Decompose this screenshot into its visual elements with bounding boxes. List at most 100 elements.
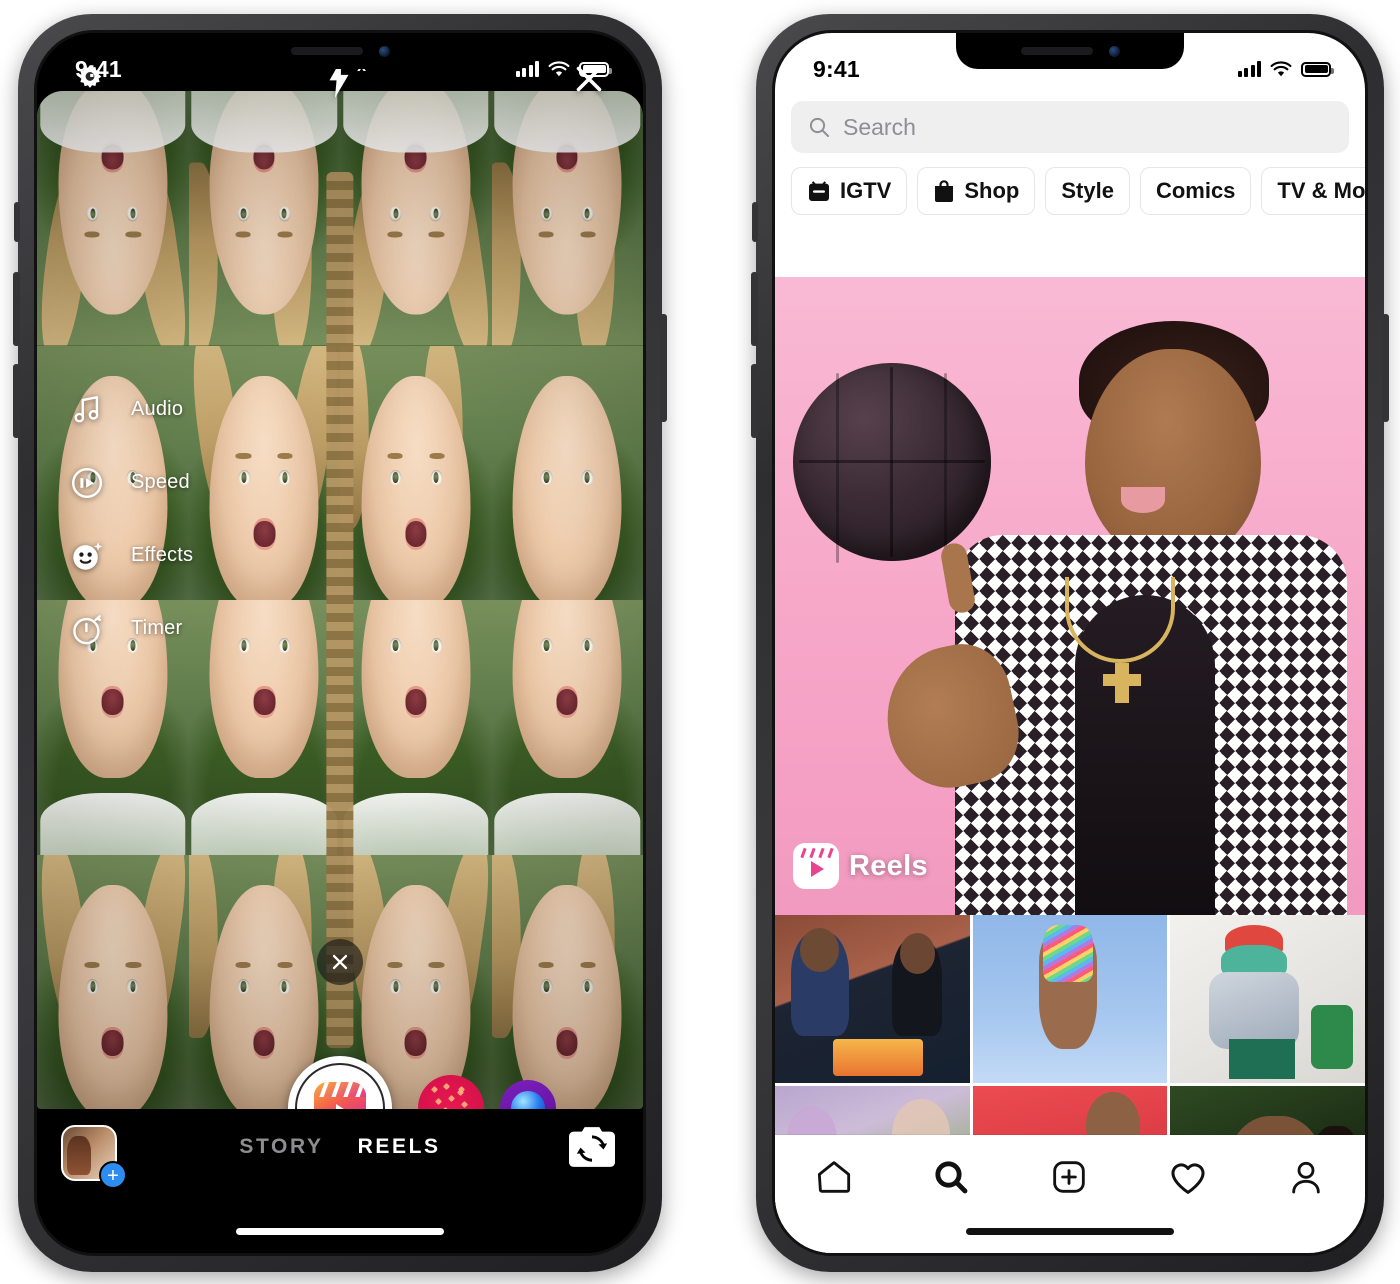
vf-tile (188, 600, 340, 855)
front-camera-icon (378, 45, 390, 57)
vf-tile (491, 600, 643, 855)
shopping-bag-icon (935, 180, 954, 202)
grid-cell[interactable] (775, 915, 970, 1083)
camera-tools-rail: Audio Speed Effects Timer (65, 373, 193, 665)
phone-notch-right (956, 33, 1184, 69)
grid-cell[interactable] (1170, 915, 1365, 1083)
chip-label: TV & Movie (1277, 178, 1365, 203)
gallery-add-badge[interactable]: + (99, 1161, 127, 1189)
tool-label: Audio (131, 398, 184, 420)
play-triangle (811, 861, 824, 877)
phone-notch-left (226, 33, 454, 69)
mode-story[interactable]: STORY (239, 1135, 323, 1159)
battery-full-icon (1301, 61, 1334, 77)
effect-close-button[interactable] (317, 939, 363, 985)
volume-up-button[interactable] (751, 272, 758, 346)
status-icons (1237, 60, 1334, 78)
reels-camera-screen: 9:41 Audio Speed Effects Timer + STORY R… (37, 33, 643, 1253)
tool-timer[interactable]: Timer (65, 592, 193, 665)
smiley-sparkle-icon (65, 534, 109, 578)
tab-create[interactable] (1049, 1157, 1089, 1197)
wifi-icon (1270, 60, 1292, 76)
status-time: 9:41 (813, 55, 860, 82)
reels-clapperboard-icon (793, 843, 839, 889)
silent-switch[interactable] (752, 202, 758, 242)
chip-label: Comics (1155, 178, 1236, 203)
music-note-icon (65, 388, 109, 432)
person-head (1085, 349, 1261, 561)
phone-right-screen: 9:41 Search IGTV Shop Style Comics TV & … (772, 30, 1368, 1256)
volume-down-button[interactable] (13, 364, 20, 438)
tool-effects[interactable]: Effects (65, 519, 193, 592)
tool-label: Speed (131, 471, 190, 493)
chip-tv-movie[interactable]: TV & Movie (1261, 167, 1365, 215)
power-button[interactable] (1382, 314, 1389, 422)
vf-tile (37, 91, 189, 346)
plus-square-icon (1053, 1161, 1085, 1193)
category-chips: IGTV Shop Style Comics TV & Mo (775, 153, 1365, 217)
signal-bars-icon (515, 61, 539, 77)
home-indicator[interactable] (966, 1228, 1174, 1235)
tab-profile[interactable] (1286, 1157, 1326, 1197)
vf-tile-center (188, 345, 340, 600)
chip-style[interactable]: Style (1045, 167, 1130, 215)
vf-tile (340, 600, 492, 855)
tab-search[interactable] (931, 1157, 971, 1197)
clapper-slats (314, 1082, 366, 1097)
tool-audio[interactable]: Audio (65, 373, 193, 446)
chip-comics[interactable]: Comics (1139, 167, 1252, 215)
bottom-tab-bar (775, 1135, 1365, 1253)
status-time: 9:41 (75, 55, 122, 82)
clapper-slats (800, 847, 834, 859)
vf-tile (340, 91, 492, 346)
cross-pendant (1103, 663, 1141, 703)
silent-switch[interactable] (14, 202, 20, 242)
phone-right-explore: 9:41 Search IGTV Shop Style Comics TV & … (751, 14, 1389, 1272)
person-icon (1292, 1161, 1320, 1194)
phone-left-reels-camera: 9:41 Audio Speed Effects Timer + STORY R… (13, 14, 667, 1272)
vf-tile (491, 345, 643, 600)
person-tongue (1121, 487, 1165, 513)
grid-cell[interactable] (972, 915, 1168, 1083)
camera-mode-tabs: STORY REELS (239, 1135, 440, 1159)
chip-igtv[interactable]: IGTV (791, 167, 908, 215)
wifi-icon (548, 60, 570, 76)
stopwatch-icon (65, 607, 109, 651)
gallery-photo-figure (67, 1136, 92, 1175)
search-input[interactable]: Search (791, 101, 1349, 153)
reels-badge-label: Reels (849, 849, 928, 882)
power-button[interactable] (660, 314, 667, 422)
earpiece-speaker (290, 47, 363, 55)
search-placeholder: Search (843, 113, 916, 140)
vf-tile (188, 91, 340, 346)
phone-left-screen: 9:41 Audio Speed Effects Timer + STORY R… (34, 30, 646, 1256)
explore-header: Search IGTV Shop Style Comics TV & Mo (775, 91, 1365, 227)
heart-icon (1171, 1163, 1205, 1194)
home-indicator[interactable] (236, 1228, 444, 1235)
screenshot-stage: 9:41 Audio Speed Effects Timer + STORY R… (0, 0, 1400, 1284)
earpiece-speaker (1020, 47, 1093, 55)
tab-activity[interactable] (1167, 1157, 1209, 1199)
camera-flip-icon[interactable] (569, 1127, 615, 1167)
tool-label: Effects (131, 544, 194, 566)
reels-badge: Reels (793, 843, 928, 889)
featured-reels-post[interactable]: Reels (775, 277, 1365, 915)
braid-strand (326, 172, 354, 1048)
explore-screen: 9:41 Search IGTV Shop Style Comics TV & … (775, 33, 1365, 1253)
tool-speed[interactable]: Speed (65, 446, 193, 519)
volume-up-button[interactable] (13, 272, 20, 346)
igtv-icon (809, 181, 829, 201)
basketball (793, 363, 991, 561)
front-camera-icon (1108, 45, 1120, 57)
speed-play-icon (65, 461, 109, 505)
mode-reels[interactable]: REELS (358, 1135, 441, 1159)
vf-tile (491, 91, 643, 346)
chip-shop[interactable]: Shop (917, 167, 1036, 215)
search-icon (809, 117, 829, 137)
home-icon (817, 1161, 850, 1193)
tab-home[interactable] (814, 1157, 854, 1197)
signal-bars-icon (1237, 61, 1261, 77)
volume-down-button[interactable] (751, 364, 758, 438)
chip-label: Style (1061, 178, 1114, 203)
tool-label: Timer (131, 617, 183, 639)
